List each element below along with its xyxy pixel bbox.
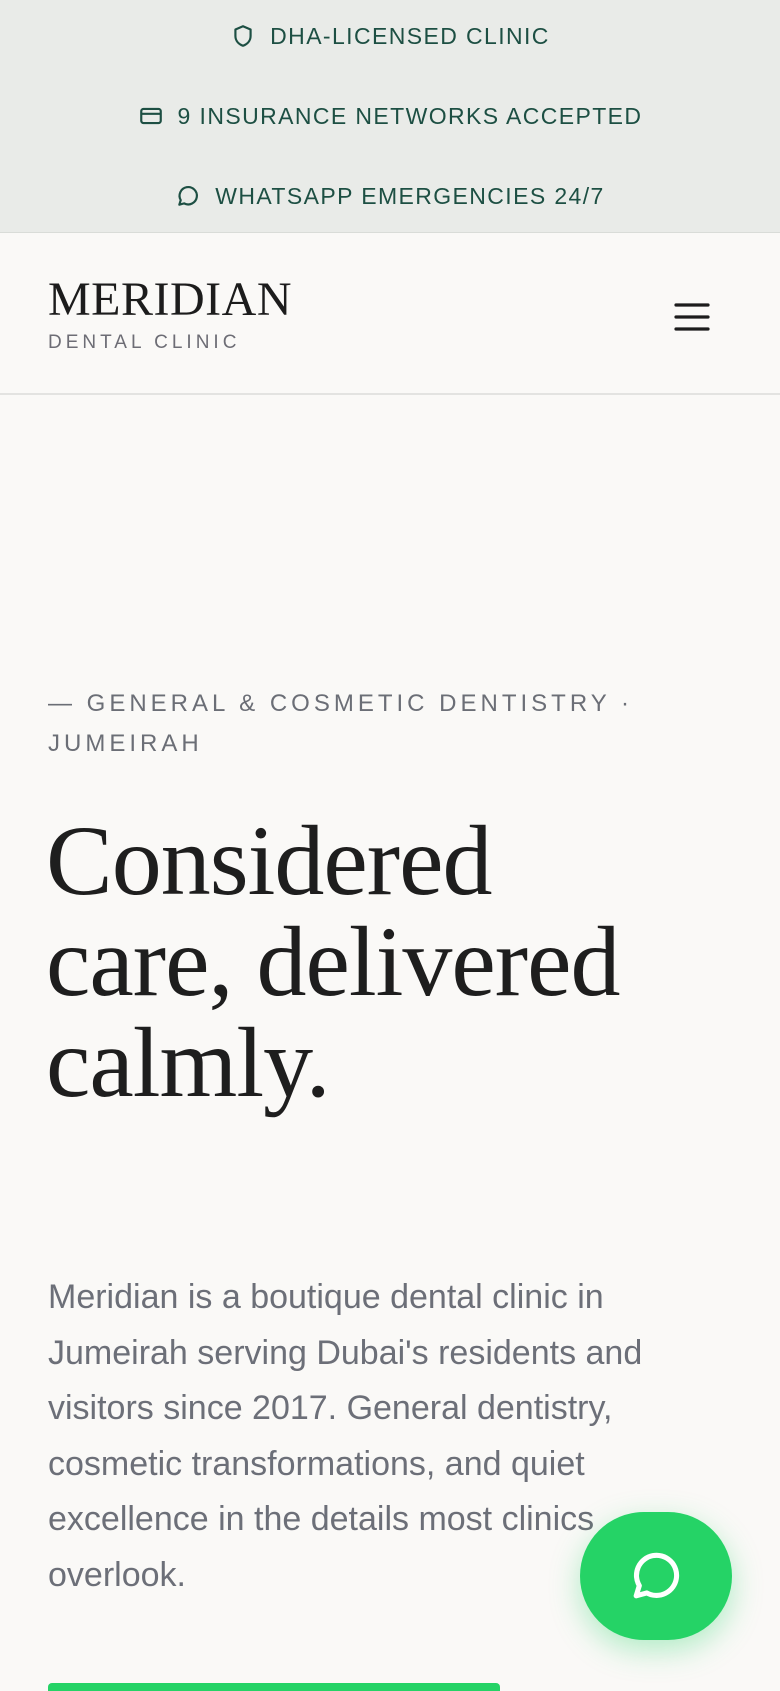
whatsapp-float-button[interactable]	[580, 1512, 732, 1640]
hero-eyebrow: — GENERAL & COSMETIC DENTISTRY · JUMEIRA…	[48, 690, 633, 757]
hamburger-menu-icon	[674, 303, 710, 331]
trust-item-insurance: 9 INSURANCE NETWORKS ACCEPTED	[0, 96, 780, 136]
trust-item-label: 9 INSURANCE NETWORKS ACCEPTED	[177, 102, 643, 129]
whatsapp-chat-icon	[633, 1552, 680, 1599]
hero-headline: Considered care, delivered calmly.	[46, 805, 620, 1118]
shield-icon	[230, 23, 256, 49]
trust-item-label: WHATSAPP EMERGENCIES 24/7	[215, 182, 605, 209]
trust-item-dha: DHA-LICENSED CLINIC	[0, 16, 780, 56]
logo-subtitle: DENTAL CLINIC	[48, 332, 241, 353]
card-icon	[138, 103, 164, 129]
logo-title[interactable]: MERIDIAN	[48, 276, 292, 324]
trust-item-whatsapp: WHATSAPP EMERGENCIES 24/7	[0, 176, 780, 216]
site-header: MERIDIAN DENTAL CLINIC	[0, 234, 780, 395]
trust-item-label: DHA-LICENSED CLINIC	[270, 22, 550, 49]
menu-button[interactable]	[662, 292, 722, 342]
chat-bubble-icon	[175, 183, 201, 209]
trust-bar: DHA-LICENSED CLINIC 9 INSURANCE NETWORKS…	[0, 0, 780, 233]
cta-button[interactable]	[48, 1683, 500, 1691]
